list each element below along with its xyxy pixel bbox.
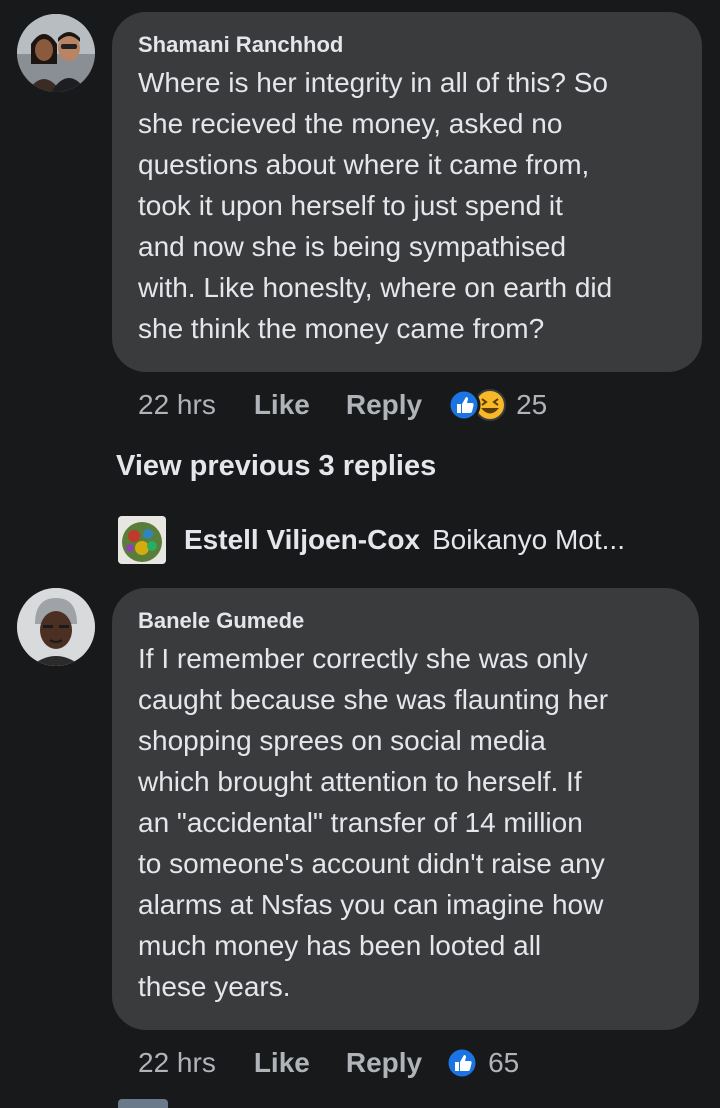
avatar-photo-icon [118,516,166,564]
comment-timestamp[interactable]: 22 hrs [138,389,216,421]
reaction-count: 25 [516,389,548,420]
next-reply-avatar[interactable] [118,1099,168,1108]
like-button[interactable]: Like [254,1047,310,1079]
comment-author[interactable]: Banele Gumede [138,608,679,634]
view-previous-replies-link[interactable]: View previous 3 replies [116,450,436,483]
avatar[interactable] [17,14,95,92]
avatar[interactable] [17,588,95,666]
reaction-count: 65 [488,1047,520,1078]
comment-text: Where is her integrity in all of this? S… [138,67,613,344]
like-button[interactable]: Like [254,389,310,421]
avatar-photo-icon [17,588,95,666]
reply-avatar[interactable] [118,516,166,564]
comment-actions: 22 hrs Like Reply 65 [138,1043,519,1083]
reply-button[interactable]: Reply [346,389,422,421]
reply-button[interactable]: Reply [346,1047,422,1079]
reply-snippet: Boikanyo Mot... [432,524,625,555]
comment-bubble: Banele Gumede If I remember correctly sh… [112,588,699,1030]
comment-timestamp[interactable]: 22 hrs [138,1047,216,1079]
reactions-summary[interactable]: 25 [446,387,547,423]
comment-author[interactable]: Shamani Ranchhod [138,32,682,58]
like-reaction-icon [445,1046,479,1080]
comment-bubble: Shamani Ranchhod Where is her integrity … [112,12,702,372]
reactions-summary[interactable]: 65 [444,1045,519,1081]
reply-preview[interactable]: Estell Viljoen-Cox Boikanyo Mot... [118,515,625,565]
comment-actions: 22 hrs Like Reply 25 [138,385,547,425]
comment-text: If I remember correctly she was only cau… [138,643,609,1002]
avatar-photo-icon [17,14,95,92]
reply-author[interactable]: Estell Viljoen-Cox [184,524,420,556]
like-haha-reactions-icon [447,388,507,422]
